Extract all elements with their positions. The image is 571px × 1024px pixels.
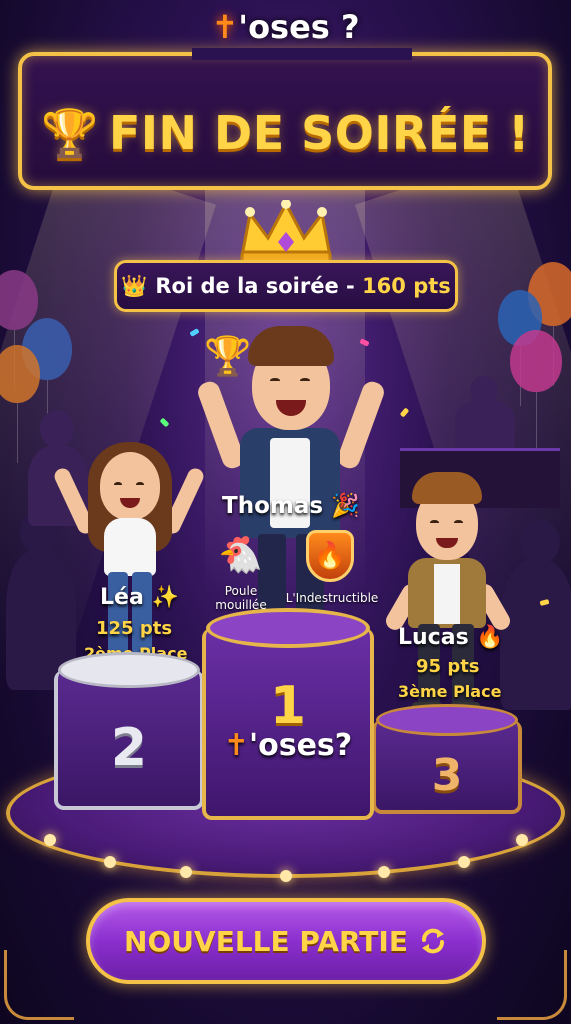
trophy-icon: 🏆 bbox=[41, 106, 99, 160]
page-title: 🏆 FIN DE SOIRÉE ! bbox=[0, 106, 571, 161]
podium-number-third: 3 bbox=[431, 750, 463, 801]
balloon-decoration bbox=[510, 330, 562, 452]
crowd-silhouette bbox=[520, 520, 560, 564]
crowd-silhouette bbox=[40, 410, 74, 448]
crown-icon: 👑 bbox=[121, 273, 148, 298]
badge-poule-label: Poule mouillée bbox=[215, 584, 267, 612]
podium-first: 1 ✝'oses? bbox=[202, 608, 374, 820]
podium-brand-text: 'oses? bbox=[248, 728, 353, 763]
podium-light bbox=[180, 866, 192, 878]
confetti bbox=[189, 328, 200, 337]
page-title-text: FIN DE SOIRÉE ! bbox=[109, 106, 530, 160]
crowd-silhouette bbox=[500, 560, 571, 710]
crown-icon bbox=[240, 200, 332, 266]
podium-third: 3 bbox=[372, 704, 522, 814]
new-game-label: NOUVELLE PARTIE bbox=[124, 924, 408, 958]
player-place-third: 3ème Place bbox=[398, 682, 502, 701]
game-screen: ✝'oses ? 🏆 FIN DE SOIRÉE ! 👑 Roi de la so… bbox=[0, 0, 571, 1024]
frame-corner-decoration bbox=[497, 950, 567, 1020]
podium-number-second: 2 bbox=[110, 718, 148, 778]
podium-brand: ✝'oses? bbox=[206, 728, 370, 763]
podium-second: 2 bbox=[54, 652, 204, 810]
player-points-third: 95 pts bbox=[416, 656, 480, 677]
king-banner-label: Roi de la soirée - bbox=[155, 274, 363, 298]
podium-light bbox=[378, 866, 390, 878]
player-name-first: Thomas 🎉 bbox=[222, 493, 360, 519]
player-name-second: Léa ✨ bbox=[100, 585, 179, 610]
fire-icon: 🔥 bbox=[476, 625, 504, 650]
chicken-icon: 🐔 bbox=[218, 535, 263, 576]
party-popper-icon: 🎉 bbox=[331, 493, 360, 519]
new-game-button[interactable]: NOUVELLE PARTIE bbox=[86, 898, 486, 984]
podium-light bbox=[458, 856, 470, 868]
brand-cross-icon: ✝ bbox=[211, 8, 239, 46]
confetti bbox=[399, 407, 410, 418]
refresh-icon bbox=[421, 928, 444, 954]
king-banner: 👑 Roi de la soirée - 160 pts bbox=[114, 260, 458, 312]
podium-light bbox=[280, 870, 292, 882]
podium-light bbox=[44, 834, 56, 846]
fire-shield-icon: 🔥 bbox=[306, 530, 354, 582]
badge-indestructible-label: L'Indestructible bbox=[285, 591, 379, 605]
brand-text: 'oses ? bbox=[238, 8, 360, 46]
brand-cross-icon: ✝ bbox=[223, 728, 249, 763]
player-points-second: 125 pts bbox=[96, 618, 173, 639]
trophy-icon: 🏆 bbox=[204, 334, 252, 378]
king-points: 160 pts bbox=[362, 274, 451, 298]
podium-number-first: 1 bbox=[269, 676, 307, 736]
brand-logo: ✝'oses ? bbox=[0, 8, 571, 46]
dj-silhouette bbox=[455, 400, 515, 450]
player-name-third: Lucas 🔥 bbox=[398, 625, 504, 650]
frame-corner-decoration bbox=[4, 950, 74, 1020]
podium-light bbox=[104, 856, 116, 868]
confetti bbox=[159, 417, 170, 428]
podium-light bbox=[516, 834, 528, 846]
sparkles-icon: ✨ bbox=[151, 585, 179, 610]
